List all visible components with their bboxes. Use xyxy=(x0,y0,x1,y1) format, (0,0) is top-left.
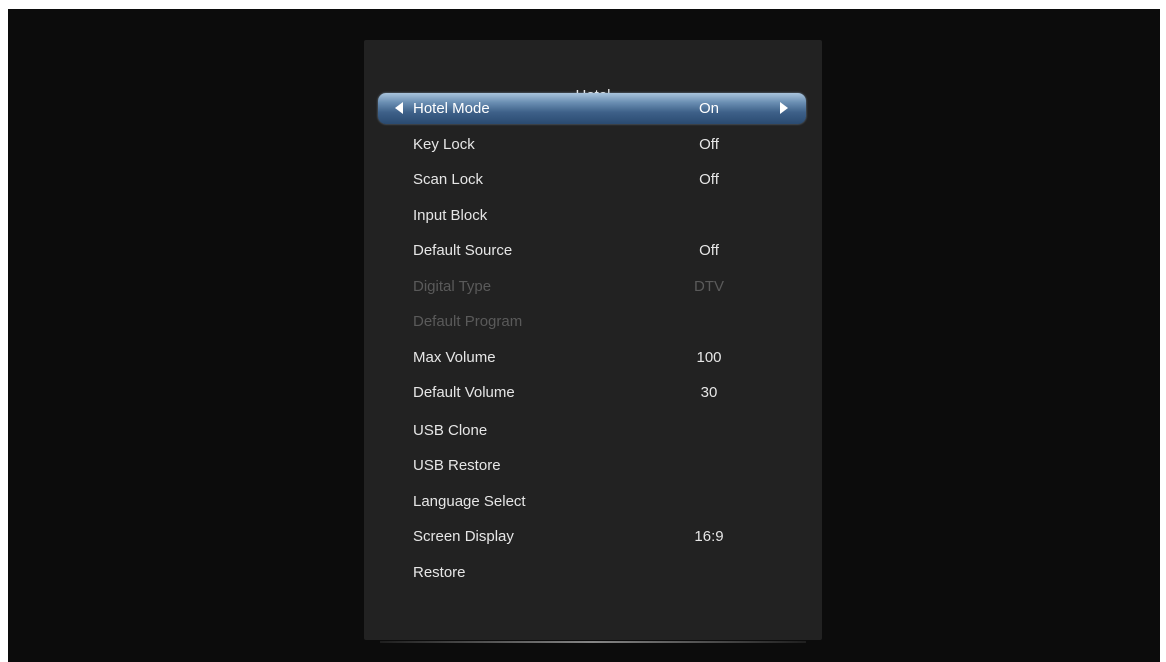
menu-item-label: USB Restore xyxy=(413,457,501,474)
menu-item-value: 100 xyxy=(696,349,722,366)
menu-item-label: Default Volume xyxy=(413,384,515,401)
menu-item-value: On xyxy=(698,100,719,117)
menu-item-label: Key Lock xyxy=(413,136,475,153)
menu-item-label: Default Program xyxy=(413,313,523,330)
menu-item-label: Screen Display xyxy=(413,528,514,545)
menu-item-label: Input Block xyxy=(413,207,488,224)
menu-item-input-block[interactable]: Input Block xyxy=(364,198,822,233)
menu-item-label: Max Volume xyxy=(413,349,496,366)
menu-item-value: DTV xyxy=(694,278,724,295)
menu-item-usb-restore[interactable]: USB Restore xyxy=(364,448,822,483)
menu-item-restore[interactable]: Restore xyxy=(364,555,822,590)
menu-item-label: USB Clone xyxy=(413,422,488,439)
menu-item-value: 16:9 xyxy=(694,528,724,545)
menu-item-hotel-mode[interactable]: Hotel Mode On xyxy=(364,91,822,126)
menu-item-label: Digital Type xyxy=(413,278,492,295)
menu-item-digital-type: Digital Type DTV xyxy=(364,269,822,304)
menu-item-value: 30 xyxy=(700,384,718,401)
bottom-divider xyxy=(380,641,806,643)
menu-item-language-select[interactable]: Language Select xyxy=(364,484,822,519)
menu-item-value: Off xyxy=(699,242,719,259)
triangle-left-icon[interactable] xyxy=(395,102,403,114)
triangle-right-icon[interactable] xyxy=(780,102,788,114)
menu-item-scan-lock[interactable]: Scan Lock Off xyxy=(364,162,822,197)
menu-item-value: Off xyxy=(699,171,719,188)
menu-item-label: Hotel Mode xyxy=(413,100,490,117)
menu-item-value: Off xyxy=(699,136,719,153)
menu-item-default-program: Default Program xyxy=(364,304,822,339)
menu-item-max-volume[interactable]: Max Volume 100 xyxy=(364,340,822,375)
menu-item-usb-clone[interactable]: USB Clone xyxy=(364,413,822,448)
menu-item-label: Default Source xyxy=(413,242,513,259)
menu-item-label: Restore xyxy=(413,564,466,581)
menu-item-label: Scan Lock xyxy=(413,171,484,188)
menu-item-label: Language Select xyxy=(413,493,526,510)
menu-item-key-lock[interactable]: Key Lock Off xyxy=(364,127,822,162)
menu-item-screen-display[interactable]: Screen Display 16:9 xyxy=(364,519,822,554)
menu-item-default-volume[interactable]: Default Volume 30 xyxy=(364,375,822,410)
menu-item-default-source[interactable]: Default Source Off xyxy=(364,233,822,268)
